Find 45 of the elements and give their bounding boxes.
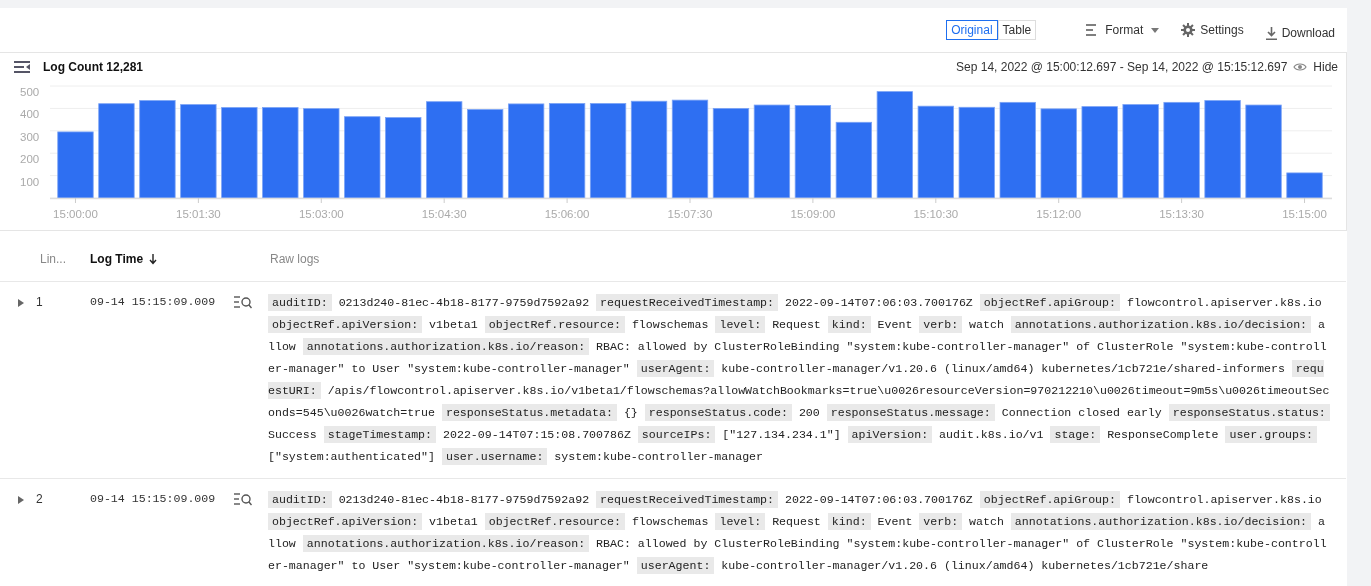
time-range: Sep 14, 2022 @ 15:00:12.697 - Sep 14, 2022 @ 15:15:12.697 xyxy=(956,60,1288,74)
axis-label: 15:00:00 xyxy=(53,208,98,220)
axis-label: 15:06:00 xyxy=(544,208,590,220)
axis-label: 15:09:00 xyxy=(790,208,836,220)
expand-caret-icon[interactable] xyxy=(18,299,24,307)
axis-label: 15:07:30 xyxy=(667,208,713,220)
search-log-icon[interactable] xyxy=(234,296,252,309)
column-header[interactable]: Log Time xyxy=(90,252,270,266)
axis-label: 15:13:30 xyxy=(1159,208,1204,220)
log-count-title: Log Count 12,281 xyxy=(43,60,144,74)
axis-label: 100 xyxy=(20,175,40,188)
axis-label: 15:15:00 xyxy=(1282,208,1327,220)
settings-button[interactable]: Settings xyxy=(1181,23,1244,37)
column-header[interactable]: Raw logs xyxy=(270,252,1330,266)
eye-icon xyxy=(1293,62,1308,72)
view-tab[interactable]: Original xyxy=(946,20,998,40)
axis-label: 15:10:30 xyxy=(913,208,959,220)
download-button[interactable]: Download xyxy=(1265,26,1335,40)
expand-caret-icon[interactable] xyxy=(18,496,24,504)
log-time: 09-14 15:15:09.009 xyxy=(90,491,217,507)
hide-link[interactable]: Hide xyxy=(1313,60,1338,74)
collapse-icon xyxy=(14,61,30,73)
line-number: 1 xyxy=(36,294,44,311)
axis-label: 400 xyxy=(20,108,40,121)
axis-label: 15:01:30 xyxy=(176,208,221,220)
download-icon xyxy=(1265,26,1277,40)
line-number: 2 xyxy=(36,491,44,508)
axis-label: 15:04:30 xyxy=(421,208,467,220)
caret-icon xyxy=(1151,27,1160,33)
sort-arrow-icon xyxy=(149,253,158,265)
view-tab[interactable]: Table xyxy=(997,20,1037,40)
log-time: 09-14 15:15:09.009 xyxy=(90,294,217,310)
chart-bar xyxy=(1286,172,1323,199)
axis-label: 15:03:00 xyxy=(298,208,344,220)
column-header[interactable]: Lin... xyxy=(40,252,90,266)
chart-bar xyxy=(57,131,94,199)
axis-label: 200 xyxy=(20,153,40,166)
axis-label: 15:12:00 xyxy=(1036,208,1082,220)
format-button[interactable]: Format xyxy=(1086,23,1160,37)
raw-log-text: auditID: 0213d240-81ec-4b18-8177-9759d7592a92 requestReceivedTimestamp: 2022-09-14T07:06:03.700176Z objectRef.apiGroup: flowcontrol.apiserver.k8s.io objectRef.apiVersion: v1beta1 objectRef.resource: flowschemas level: Request kind: Event verb: watch annotations.authorization.k8s.io/decision: allow annotations.authorization.k8s.io/reason: RBAC: allowed by ClusterRoleBinding "system:kube-controller-manager" of ClusterRole "system:kube-controller-manager" to User "system:kube-controller-manager" userAgent: kube-controller-manager/v1.20.6 (linux/amd64) kubernetes/1cb721e/shared-informers requestURI: /apis/flowcontrol.apiserver.k8s.io/v1beta1/flowschemas?allowWatchBookmarks=true\u0026resourceVersion=970212210\u0026timeout=9m5s\u0026timeoutSeconds=545\u0026watch=true responseStatus.metadata: {} responseStatus.code: 200 responseStatus.message: Connection closed early responseStatus.status: Success stageTimestamp: 2022-09-14T07:15:08.700786Z sourceIPs: ["127.134.234.1"] apiVersion: audit.k8s.io/v1 stage: ResponseComplete user.groups: ["system:authenticated"] user.username: system:kube-controller-manager xyxy=(268,293,1330,467)
axis-label: 300 xyxy=(20,130,40,143)
search-log-icon[interactable] xyxy=(234,493,252,506)
axis-label: 500 xyxy=(20,86,40,98)
gear-icon xyxy=(1181,23,1196,37)
raw-log-text: auditID: 0213d240-81ec-4b18-8177-9759d7592a92 requestReceivedTimestamp: 2022-09-14T07:06:03.700176Z objectRef.apiGroup: flowcontrol.apiserver.k8s.io objectRef.apiVersion: v1beta1 objectRef.resource: flowschemas level: Request kind: Event verb: watch annotations.authorization.k8s.io/decision: allow annotations.authorization.k8s.io/reason: RBAC: allowed by ClusterRoleBinding "system:kube-controller-manager" of ClusterRole "system:kube-controller-manager" to User "system:kube-controller-manager" userAgent: kube-controller-manager/v1.20.6 (linux/amd64) kubernetes/1cb721e/share xyxy=(268,490,1328,576)
